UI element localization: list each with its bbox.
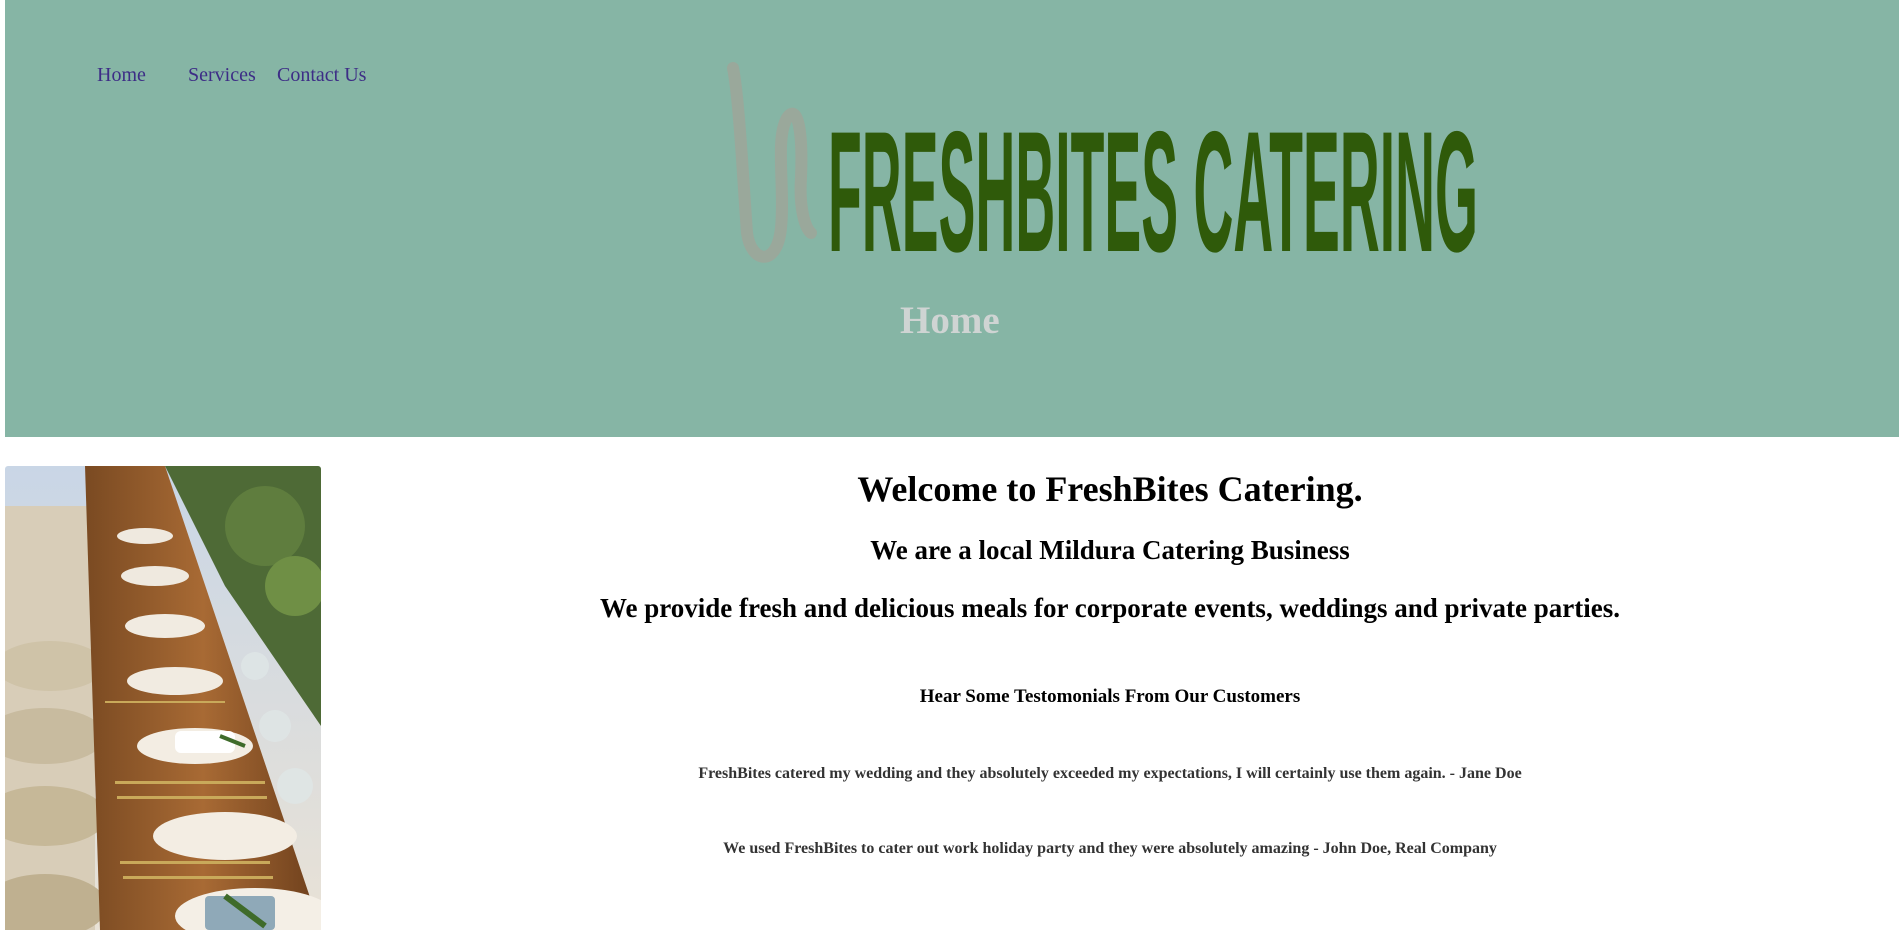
nav-link-home[interactable]: Home (97, 64, 188, 87)
logo-wordmark: FRESHBITES CATERING (828, 96, 1478, 268)
testimonials-heading: Hear Some Testomonials From Our Customer… (919, 686, 1301, 707)
subtitle-heading: We are a local Mildura Catering Business (870, 535, 1350, 565)
testimonial-text: We used FreshBites to cater out work hol… (723, 840, 1497, 857)
testimonial-text: FreshBites catered my wedding and they a… (698, 765, 1522, 782)
logo-graphic: FRESHBITES CATERING (727, 62, 1478, 268)
freshbites-logo: FRESHBITES CATERING (725, 58, 1485, 268)
main-nav: Home Services Contact Us (97, 64, 366, 87)
table-setting-photo (5, 466, 321, 930)
site-header: Home Services Contact Us FRESHBITES CATE… (5, 0, 1899, 437)
welcome-heading: Welcome to FreshBites Catering. (857, 469, 1363, 509)
tagline-heading: We provide fresh and delicious meals for… (600, 593, 1620, 623)
page-title: Home (900, 299, 1000, 342)
logo-swirl-mark (727, 62, 817, 263)
nav-link-contact-us[interactable]: Contact Us (277, 64, 366, 87)
nav-link-services[interactable]: Services (188, 64, 277, 87)
